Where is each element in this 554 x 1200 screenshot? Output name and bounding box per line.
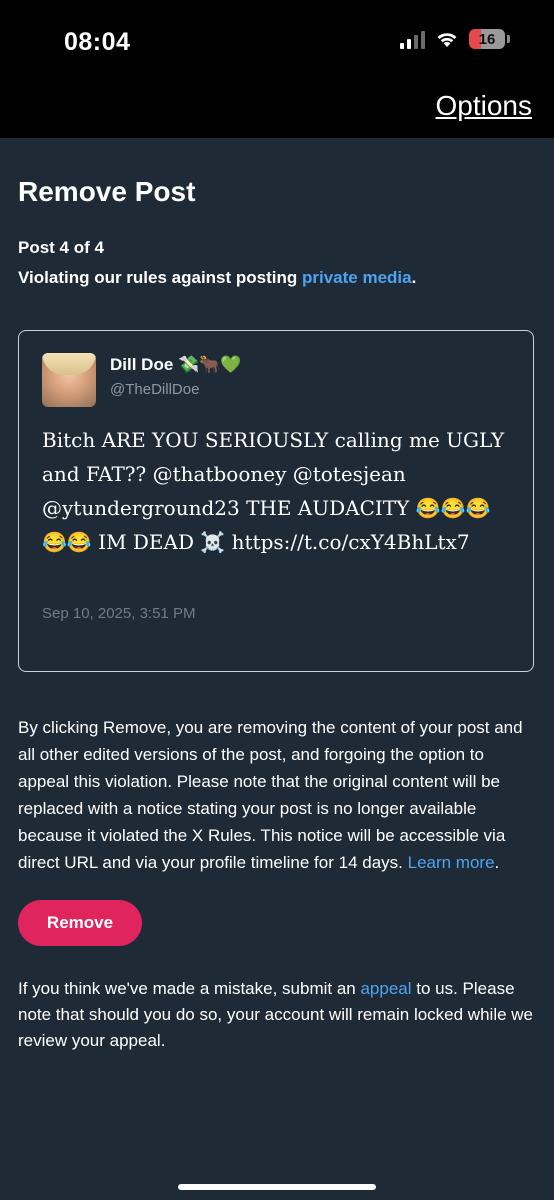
appeal-prefix: If you think we've made a mistake, submi… bbox=[18, 979, 361, 998]
violation-suffix: . bbox=[411, 268, 417, 287]
status-bar: 08:04 16 Options bbox=[0, 0, 554, 138]
home-indicator bbox=[178, 1184, 376, 1190]
post-text: Bitch ARE YOU SERIOUSLY calling me UGLY … bbox=[42, 428, 505, 554]
author-handle: @TheDillDoe bbox=[110, 381, 200, 398]
remove-notice-text: By clicking Remove, you are removing the… bbox=[18, 718, 523, 872]
violation-prefix: Violating our rules against posting bbox=[18, 268, 302, 287]
post-card: Dill Doe 💸🐂💚 @TheDillDoe Bitch ARE YOU S… bbox=[18, 330, 534, 672]
avatar bbox=[42, 353, 96, 407]
wifi-icon bbox=[437, 33, 457, 47]
cellular-signal-icon bbox=[400, 29, 425, 49]
learn-more-link[interactable]: Learn more bbox=[408, 853, 495, 872]
options-link[interactable]: Options bbox=[436, 90, 533, 122]
battery-icon: 16 bbox=[469, 29, 510, 49]
remove-notice-suffix: . bbox=[494, 853, 500, 872]
remove-notice: By clicking Remove, you are removing the… bbox=[18, 714, 538, 876]
status-time: 08:04 bbox=[64, 28, 131, 56]
author-emoji: 💸🐂💚 bbox=[178, 355, 242, 374]
page-title: Remove Post bbox=[18, 176, 196, 207]
appeal-notice: If you think we've made a mistake, submi… bbox=[18, 976, 538, 1054]
remove-button[interactable]: Remove bbox=[18, 900, 142, 946]
post-timestamp: Sep 10, 2025, 3:51 PM bbox=[42, 605, 196, 622]
author-display-name: Dill Doe bbox=[110, 355, 174, 374]
remove-post-page: Remove Post Post 4 of 4 Violating our ru… bbox=[18, 138, 538, 1054]
author-name: Dill Doe 💸🐂💚 bbox=[110, 355, 242, 375]
private-media-link[interactable]: private media bbox=[302, 268, 412, 287]
violation-reason: Violating our rules against posting priv… bbox=[18, 268, 538, 288]
battery-level: 16 bbox=[478, 30, 496, 48]
post-count: Post 4 of 4 bbox=[18, 238, 104, 257]
appeal-link[interactable]: appeal bbox=[360, 979, 411, 998]
status-icons: 16 bbox=[400, 29, 510, 49]
